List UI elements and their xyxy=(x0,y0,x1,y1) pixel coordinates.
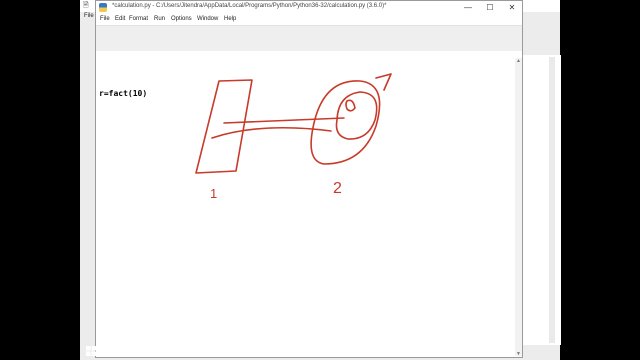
close-button[interactable]: ✕ xyxy=(504,2,520,14)
editor-scrollbar[interactable]: ▲ ▼ xyxy=(515,58,522,357)
background-window-pane xyxy=(520,55,561,345)
menu-help[interactable]: Help xyxy=(224,16,236,22)
menu-bar: File Edit Format Run Options Window Help xyxy=(96,15,522,26)
menu-edit[interactable]: Edit xyxy=(115,16,125,22)
python-file-icon xyxy=(99,3,107,12)
idle-editor-window[interactable]: *calculation.py - C:/Users/Jitendra/AppD… xyxy=(95,0,523,358)
document-icon: 🗎 xyxy=(83,2,89,9)
menu-run[interactable]: Run xyxy=(154,16,165,22)
minimize-button[interactable]: — xyxy=(460,2,476,14)
chevron-down-icon[interactable]: ▼ xyxy=(516,351,521,357)
menu-options[interactable]: Options xyxy=(171,16,192,22)
toolbar-band xyxy=(96,26,522,51)
code-line-1[interactable]: r=fact(10) xyxy=(99,89,147,98)
maximize-button[interactable]: ☐ xyxy=(482,2,498,14)
window-titlebar[interactable]: *calculation.py - C:/Users/Jitendra/AppD… xyxy=(96,1,522,15)
menu-format[interactable]: Format xyxy=(129,16,148,22)
windows-logo-icon[interactable] xyxy=(86,346,96,356)
chevron-up-icon[interactable]: ▲ xyxy=(516,58,521,64)
background-menu-file[interactable]: File xyxy=(84,13,94,19)
menu-file[interactable]: File xyxy=(100,16,110,22)
background-scrollbar[interactable] xyxy=(549,57,555,343)
window-title: *calculation.py - C:/Users/Jitendra/AppD… xyxy=(112,3,387,9)
menu-window[interactable]: Window xyxy=(197,16,218,22)
code-editor[interactable]: r=fact(10) xyxy=(96,51,516,356)
